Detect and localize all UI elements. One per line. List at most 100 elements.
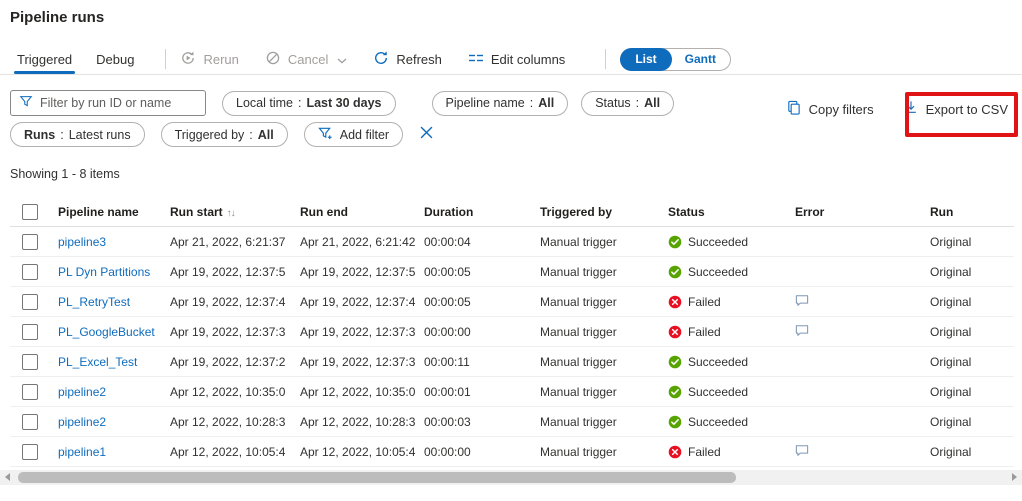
refresh-button[interactable]: Refresh: [373, 50, 442, 69]
status-label: Succeeded: [688, 355, 748, 369]
tab-debug[interactable]: Debug: [89, 44, 141, 74]
failed-icon: [668, 295, 682, 309]
table-row: pipeline2 Apr 12, 2022, 10:28:3 Apr 12, …: [10, 407, 1014, 437]
status-cell: Failed: [668, 295, 795, 309]
row-checkbox[interactable]: [22, 264, 38, 280]
col-duration[interactable]: Duration: [424, 205, 540, 219]
pipeline-name-link[interactable]: PL_RetryTest: [58, 295, 170, 309]
view-toggle-gantt[interactable]: Gantt: [670, 48, 731, 71]
scroll-left-arrow-icon[interactable]: [5, 473, 10, 481]
row-checkbox-cell: [10, 324, 58, 340]
add-filter-button[interactable]: Add filter: [304, 122, 403, 147]
scroll-right-arrow-icon[interactable]: [1012, 473, 1017, 481]
col-status[interactable]: Status: [668, 205, 795, 219]
error-comment-icon[interactable]: [795, 324, 809, 337]
run-type-cell: Original: [930, 445, 1014, 459]
row-checkbox-cell: [10, 294, 58, 310]
sort-icon[interactable]: ↑↓: [227, 208, 235, 219]
row-checkbox-cell: [10, 264, 58, 280]
run-end-cell: Apr 21, 2022, 6:21:42: [300, 235, 424, 249]
pipeline-name-link[interactable]: pipeline2: [58, 415, 170, 429]
col-run-start[interactable]: Run start↑↓: [170, 205, 300, 219]
run-end-cell: Apr 19, 2022, 12:37:3: [300, 325, 424, 339]
select-all-cell: [10, 204, 58, 220]
select-all-checkbox[interactable]: [22, 204, 38, 220]
table-row: PL_GoogleBucket Apr 19, 2022, 12:37:3 Ap…: [10, 317, 1014, 347]
run-end-cell: Apr 12, 2022, 10:05:4: [300, 445, 424, 459]
status-label: Succeeded: [688, 415, 748, 429]
run-start-cell: Apr 19, 2022, 12:37:2: [170, 355, 300, 369]
triggered-by-cell: Manual trigger: [540, 265, 668, 279]
filter-pill-runs[interactable]: Runs:Latest runs: [10, 122, 145, 147]
pipeline-name-link[interactable]: pipeline3: [58, 235, 170, 249]
pipeline-name-link[interactable]: pipeline2: [58, 385, 170, 399]
duration-cell: 00:00:05: [424, 295, 540, 309]
col-triggered-by[interactable]: Triggered by: [540, 205, 668, 219]
table-row: pipeline1 Apr 12, 2022, 10:05:4 Apr 12, …: [10, 437, 1014, 467]
status-cell: Succeeded: [668, 415, 795, 429]
row-checkbox[interactable]: [22, 324, 38, 340]
table-row: pipeline2 Apr 12, 2022, 10:35:0 Apr 12, …: [10, 377, 1014, 407]
toolbar-divider: [605, 49, 606, 69]
duration-cell: 00:00:04: [424, 235, 540, 249]
page-title: Pipeline runs: [10, 9, 104, 26]
col-run-end[interactable]: Run end: [300, 205, 424, 219]
row-checkbox[interactable]: [22, 234, 38, 250]
status-label: Succeeded: [688, 265, 748, 279]
toolbar-divider: [165, 49, 166, 69]
clear-filters-button[interactable]: [420, 126, 433, 144]
pipeline-name-link[interactable]: PL Dyn Partitions: [58, 265, 170, 279]
run-type-cell: Original: [930, 385, 1014, 399]
col-pipeline-name[interactable]: Pipeline name: [58, 205, 170, 219]
run-start-cell: Apr 12, 2022, 10:28:3: [170, 415, 300, 429]
status-label: Failed: [688, 325, 721, 339]
row-checkbox[interactable]: [22, 414, 38, 430]
col-run[interactable]: Run: [930, 205, 1014, 219]
error-cell: [795, 324, 930, 340]
filter-pill-local-time[interactable]: Local time:Last 30 days: [222, 91, 396, 116]
pipeline-name-link[interactable]: pipeline1: [58, 445, 170, 459]
search-input[interactable]: [40, 96, 197, 110]
duration-cell: 00:00:03: [424, 415, 540, 429]
run-start-cell: Apr 19, 2022, 12:37:3: [170, 325, 300, 339]
cancel-button[interactable]: Cancel: [265, 50, 347, 69]
export-to-csv-button[interactable]: Export to CSV: [904, 100, 1008, 118]
run-start-cell: Apr 19, 2022, 12:37:5: [170, 265, 300, 279]
col-error[interactable]: Error: [795, 205, 930, 219]
status-cell: Failed: [668, 445, 795, 459]
duration-cell: 00:00:05: [424, 265, 540, 279]
triggered-by-cell: Manual trigger: [540, 325, 668, 339]
status-label: Succeeded: [688, 385, 748, 399]
row-checkbox[interactable]: [22, 444, 38, 460]
triggered-by-cell: Manual trigger: [540, 385, 668, 399]
filter-pill-triggered-by[interactable]: Triggered by:All: [161, 122, 288, 147]
filter-row-2: Runs:Latest runs Triggered by:All Add fi…: [10, 122, 433, 147]
horizontal-scrollbar[interactable]: [0, 470, 1022, 485]
error-comment-icon[interactable]: [795, 444, 809, 457]
filter-pill-status[interactable]: Status:All: [581, 91, 674, 116]
tab-triggered[interactable]: Triggered: [10, 44, 79, 74]
pipeline-name-link[interactable]: PL_GoogleBucket: [58, 325, 170, 339]
row-checkbox[interactable]: [22, 354, 38, 370]
duration-cell: 00:00:00: [424, 325, 540, 339]
error-comment-icon[interactable]: [795, 294, 809, 307]
run-start-cell: Apr 21, 2022, 6:21:37: [170, 235, 300, 249]
triggered-by-cell: Manual trigger: [540, 445, 668, 459]
succeeded-icon: [668, 415, 682, 429]
row-checkbox[interactable]: [22, 294, 38, 310]
scrollbar-thumb[interactable]: [18, 472, 736, 483]
duration-cell: 00:00:01: [424, 385, 540, 399]
pipeline-name-link[interactable]: PL_Excel_Test: [58, 355, 170, 369]
failed-icon: [668, 445, 682, 459]
rerun-button[interactable]: Rerun: [180, 50, 238, 69]
copy-filters-button[interactable]: Copy filters: [786, 100, 874, 118]
succeeded-icon: [668, 235, 682, 249]
run-filter-searchbox[interactable]: [10, 90, 206, 116]
filter-pill-pipeline-name[interactable]: Pipeline name:All: [432, 91, 569, 116]
run-type-cell: Original: [930, 355, 1014, 369]
edit-columns-button[interactable]: Edit columns: [468, 50, 565, 69]
row-checkbox[interactable]: [22, 384, 38, 400]
table-row: PL Dyn Partitions Apr 19, 2022, 12:37:5 …: [10, 257, 1014, 287]
view-toggle-list[interactable]: List: [620, 48, 671, 71]
rerun-icon: [180, 50, 196, 69]
